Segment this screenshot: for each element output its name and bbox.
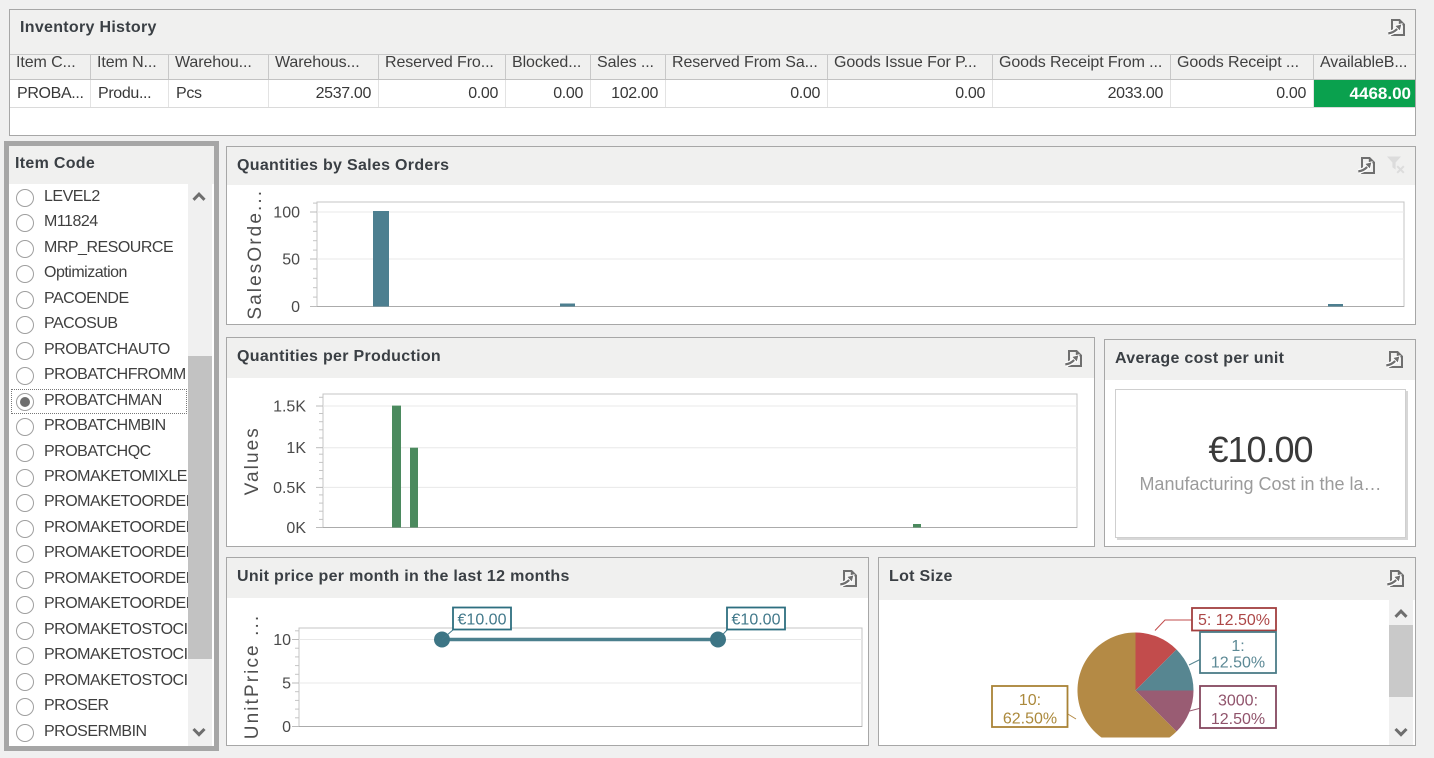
svg-text:SalesOrde...: SalesOrde... <box>245 189 266 320</box>
svg-text:0.5K: 0.5K <box>273 480 306 497</box>
svg-text:3000:: 3000: <box>1218 692 1258 709</box>
svg-text:€10.00: €10.00 <box>732 611 781 628</box>
svg-text:5: 12.50%: 5: 12.50% <box>1198 612 1270 629</box>
svg-text:1K: 1K <box>286 440 306 457</box>
svg-text:100: 100 <box>273 205 300 222</box>
svg-text:12.50%: 12.50% <box>1211 711 1265 728</box>
svg-text:10: 10 <box>273 632 291 649</box>
svg-text:1.5K: 1.5K <box>273 399 306 416</box>
svg-text:0K: 0K <box>286 520 306 537</box>
svg-text:0: 0 <box>291 299 300 316</box>
svg-text:1:: 1: <box>1231 638 1244 655</box>
svg-text:Values: Values <box>242 426 263 495</box>
svg-text:0: 0 <box>282 719 291 736</box>
svg-text:10:: 10: <box>1019 692 1041 709</box>
svg-text:62.50%: 62.50% <box>1003 710 1057 727</box>
svg-text:50: 50 <box>282 252 300 269</box>
svg-text:5: 5 <box>282 676 291 693</box>
svg-text:UnitPrice ...: UnitPrice ... <box>242 614 263 740</box>
svg-text:12.50%: 12.50% <box>1211 655 1265 672</box>
svg-text:€10.00: €10.00 <box>458 611 507 628</box>
